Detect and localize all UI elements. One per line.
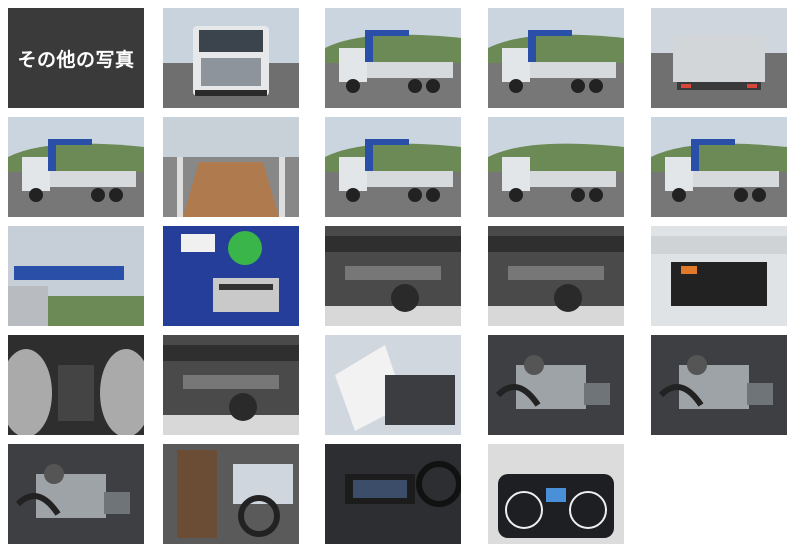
photo-thumbnail-truck-front-left-crane-2[interactable] <box>325 117 461 217</box>
photo-thumbnail-crane-extended-side[interactable] <box>651 117 787 217</box>
photo-thumbnail-engine-3[interactable] <box>8 444 144 544</box>
photo-image <box>163 444 299 544</box>
photo-image <box>325 335 461 435</box>
photo-thumbnail-instrument-cluster[interactable] <box>488 444 624 544</box>
photo-image <box>163 335 299 435</box>
photo-image <box>325 226 461 326</box>
photo-image <box>488 335 624 435</box>
photo-image <box>8 335 144 435</box>
photo-thumbnail-undercarriage-2[interactable] <box>488 226 624 326</box>
photo-image <box>488 117 624 217</box>
photo-image <box>163 226 299 326</box>
photo-image <box>651 117 787 217</box>
photo-thumbnail-cargo-bed-floor[interactable] <box>163 117 299 217</box>
photo-thumbnail-underbody-suspension[interactable] <box>163 335 299 435</box>
photo-image <box>651 8 787 108</box>
photo-thumbnail-truck-side-rear-crane[interactable] <box>488 8 624 108</box>
photo-image <box>651 335 787 435</box>
photo-thumbnail-rear-light-bumper[interactable] <box>651 226 787 326</box>
gallery-title: その他の写真 <box>17 48 135 71</box>
photo-image <box>651 226 787 326</box>
photo-thumbnail-crane-arm-closeup[interactable] <box>8 226 144 326</box>
photo-image <box>8 226 144 326</box>
photo-thumbnail-driver-seat[interactable] <box>163 444 299 544</box>
photo-image <box>163 8 299 108</box>
photo-thumbnail-truck-rear-right[interactable] <box>488 117 624 217</box>
photo-image <box>488 444 624 544</box>
photo-image <box>325 8 461 108</box>
photo-image <box>163 117 299 217</box>
photo-thumbnail-rear-axle-tires[interactable] <box>8 335 144 435</box>
gallery-title-tile: その他の写真 <box>8 8 144 108</box>
photo-thumbnail-truck-rear[interactable] <box>651 8 787 108</box>
photo-thumbnail-truck-side-crane-folded[interactable] <box>8 117 144 217</box>
photo-thumbnail-truck-front[interactable] <box>163 8 299 108</box>
photo-thumbnail-engine-1[interactable] <box>488 335 624 435</box>
photo-thumbnail-truck-front-left-crane[interactable] <box>325 8 461 108</box>
photo-thumbnail-undercarriage-1[interactable] <box>325 226 461 326</box>
photo-thumbnail-cab-tilted[interactable] <box>325 335 461 435</box>
photo-image <box>8 117 144 217</box>
photo-thumbnail-engine-2[interactable] <box>651 335 787 435</box>
photo-thumbnail-tadano-plate[interactable] <box>163 226 299 326</box>
photo-image <box>8 444 144 544</box>
photo-image <box>325 444 461 544</box>
photo-thumbnail-dashboard-center[interactable] <box>325 444 461 544</box>
photo-image <box>488 8 624 108</box>
photo-image <box>325 117 461 217</box>
photo-image <box>488 226 624 326</box>
